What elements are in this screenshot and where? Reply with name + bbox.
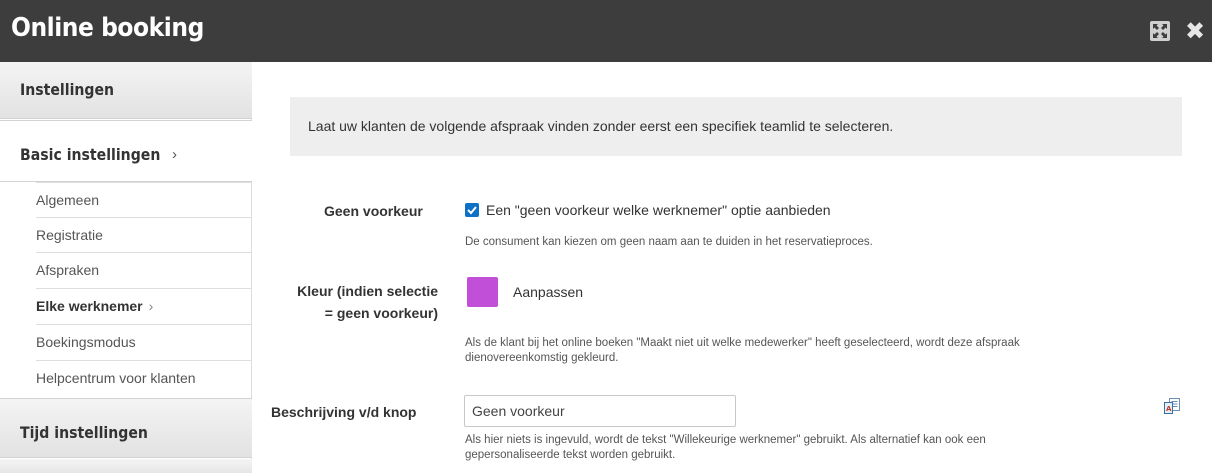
close-icon[interactable]: ✖ xyxy=(1185,19,1205,43)
button-description-help-line1: Als hier niets is ingevuld, wordt de tek… xyxy=(465,434,986,446)
color-help-line1: Als de klant bij het online boeken "Maak… xyxy=(465,337,1020,349)
color-label-line2: = geen voorkeur) xyxy=(324,305,438,321)
no-preference-checkbox[interactable] xyxy=(465,203,479,217)
sidebar-item-elke-werknemer[interactable]: Elke werknemer › xyxy=(36,288,252,323)
color-label-line1: Kleur (indien selectie xyxy=(297,283,438,299)
title-bar: Online booking ✖ xyxy=(0,0,1212,62)
sidebar-section-settings[interactable]: Instellingen xyxy=(0,62,252,119)
sidebar-item-label: Algemeen xyxy=(36,192,100,208)
sidebar-section-time[interactable]: Tijd instellingen xyxy=(0,398,252,458)
button-description-help-line2: gepersonaliseerde tekst worden gebruikt. xyxy=(465,449,676,461)
sidebar-item-algemeen[interactable]: Algemeen xyxy=(36,182,252,217)
sidebar-section-label: Tijd instellingen xyxy=(20,423,148,442)
sidebar-section-next[interactable] xyxy=(0,459,252,473)
svg-text:A: A xyxy=(1166,405,1172,413)
sidebar: Instellingen Basic instellingen › Algeme… xyxy=(0,62,252,473)
sidebar-item-label: Registratie xyxy=(36,227,103,243)
chevron-right-icon: › xyxy=(148,298,154,314)
sidebar-item-helpcentrum[interactable]: Helpcentrum voor klanten xyxy=(36,360,252,395)
translate-icon[interactable]: A xyxy=(1163,397,1181,415)
color-swatch[interactable] xyxy=(467,277,498,307)
sidebar-section-basic[interactable]: Basic instellingen › xyxy=(0,120,252,182)
window-title: Online booking xyxy=(11,13,204,43)
sidebar-item-registratie[interactable]: Registratie xyxy=(36,217,252,252)
button-description-label: Beschrijving v/d knop xyxy=(271,404,417,420)
sidebar-item-afspraken[interactable]: Afspraken xyxy=(36,252,252,287)
no-preference-help: De consument kan kiezen om geen naam aan… xyxy=(465,236,873,248)
no-preference-checkbox-label[interactable]: Een "geen voorkeur welke werknemer" opti… xyxy=(486,202,831,218)
sidebar-item-boekingsmodus[interactable]: Boekingsmodus xyxy=(36,324,252,359)
no-preference-label: Geen voorkeur xyxy=(324,203,423,219)
sidebar-item-label: Elke werknemer xyxy=(36,298,143,314)
chevron-right-icon: › xyxy=(172,146,177,163)
color-customize-button[interactable]: Aanpassen xyxy=(513,284,583,300)
sidebar-section-label: Instellingen xyxy=(20,80,115,99)
color-help-line2: dienovereenkomstig gekleurd. xyxy=(465,352,619,364)
info-box: Laat uw klanten de volgende afspraak vin… xyxy=(290,97,1182,156)
expand-icon[interactable] xyxy=(1150,21,1170,41)
sidebar-item-label: Afspraken xyxy=(36,262,100,278)
button-description-input[interactable] xyxy=(464,395,736,427)
sidebar-item-label: Boekingsmodus xyxy=(36,334,136,350)
sidebar-item-label: Helpcentrum voor klanten xyxy=(36,370,196,386)
sidebar-section-label: Basic instellingen xyxy=(20,145,161,164)
info-text: Laat uw klanten de volgende afspraak vin… xyxy=(308,118,894,134)
